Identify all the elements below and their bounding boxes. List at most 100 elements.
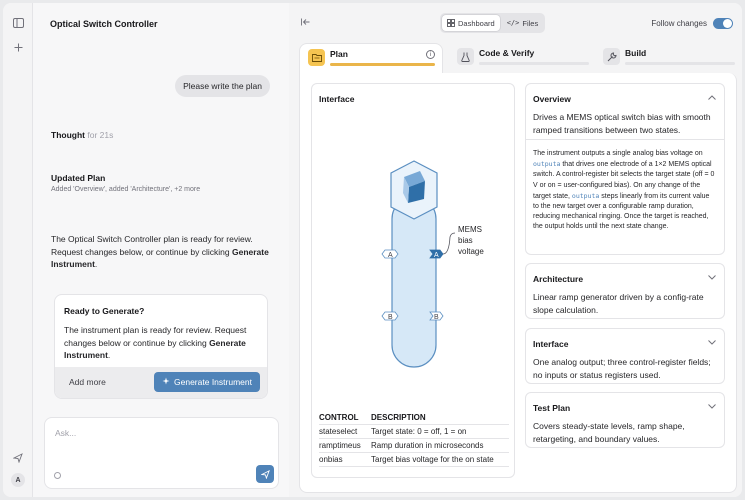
chat-input-box[interactable]: Ask...: [44, 417, 279, 489]
output-label: MEMS bias voltage: [458, 225, 484, 256]
chat-input-placeholder[interactable]: Ask...: [55, 428, 76, 438]
interface-section-title: Interface: [533, 339, 569, 349]
card-body: The instrument plan is ready for review.…: [64, 324, 260, 362]
architecture-title: Architecture: [533, 274, 584, 284]
assistant-message-suffix: .: [94, 259, 98, 269]
info-icon[interactable]: i: [426, 50, 435, 59]
files-view-button[interactable]: </> Files: [502, 15, 544, 31]
generate-instrument-button[interactable]: Generate Instrument: [154, 372, 260, 392]
flask-icon: [457, 48, 474, 65]
send-feedback-icon[interactable]: [11, 451, 25, 465]
chevron-down-icon[interactable]: [708, 273, 716, 282]
generate-instrument-label: Generate Instrument: [174, 377, 252, 387]
new-chat-plus-icon[interactable]: [11, 40, 25, 54]
architecture-summary: Linear ramp generator driven by a config…: [533, 292, 704, 315]
app-title: Optical Switch Controller: [50, 19, 158, 29]
plan-panel: Interface A A B B MEMS bias voltage CONT…: [299, 73, 737, 493]
instrument-body: [391, 196, 437, 368]
table-row: ramptimeus Ramp duration in microseconds: [319, 438, 509, 453]
ready-to-generate-card: Ready to Generate? The instrument plan i…: [54, 294, 268, 399]
overview-title[interactable]: Overview: [533, 94, 571, 104]
assistant-message-text: The Optical Switch Controller plan is re…: [51, 234, 253, 257]
control-table: CONTROL DESCRIPTION stateselect Target s…: [319, 411, 509, 467]
thought-duration: for 21s: [87, 130, 114, 140]
sparkle-icon: [162, 377, 170, 387]
overview-summary: Drives a MEMS optical switch bias with s…: [533, 112, 711, 135]
files-label: Files: [522, 18, 539, 28]
port-a-input-label: A: [388, 252, 393, 259]
control-description: Ramp duration in microseconds: [371, 438, 509, 453]
tab-build[interactable]: Build: [595, 43, 737, 73]
tab-code-verify-progress: [479, 62, 589, 65]
user-message-bubble: Please write the plan: [175, 75, 270, 97]
card-body-suffix: .: [107, 350, 111, 360]
interface-section[interactable]: Interface One analog output; three contr…: [525, 328, 725, 384]
tab-plan[interactable]: Plan i: [299, 43, 443, 73]
output-connector: [442, 232, 456, 255]
port-b-input-label: B: [388, 314, 393, 321]
assistant-message: The Optical Switch Controller plan is re…: [51, 233, 273, 271]
control-table-header: CONTROL DESCRIPTION: [319, 411, 509, 425]
control-description: Target bias voltage for the on state: [371, 452, 509, 467]
collapse-panel-icon[interactable]: [301, 18, 310, 29]
control-description: Target state: 0 = off, 1 = on: [371, 424, 509, 439]
control-name: onbias: [319, 452, 371, 467]
avatar[interactable]: A: [11, 473, 25, 487]
port-b-input[interactable]: B: [381, 311, 399, 321]
test-plan-summary: Covers steady-state levels, ramp shape, …: [533, 421, 685, 444]
thought-indicator[interactable]: Thought for 21s: [51, 130, 113, 140]
port-a-output-label: A: [434, 252, 439, 259]
overview-detail: The instrument outputs a single analog b…: [526, 139, 724, 242]
chevron-up-icon[interactable]: [708, 93, 716, 102]
send-button[interactable]: [256, 465, 274, 483]
tab-code-verify-label: Code & Verify: [479, 48, 535, 58]
chat-panel: Optical Switch Controller Please write t…: [33, 3, 293, 497]
interface-card: Interface A A B B MEMS bias voltage CONT…: [311, 83, 515, 478]
app-window: A Optical Switch Controller Please write…: [3, 3, 742, 497]
send-arrow-icon: [260, 469, 270, 479]
test-plan-title: Test Plan: [533, 403, 571, 413]
port-b-output-label: B: [434, 314, 439, 321]
interface-title: Interface: [319, 94, 355, 104]
folder-icon: [308, 49, 325, 66]
tab-build-progress: [625, 62, 735, 65]
dashboard-label: Dashboard: [458, 18, 495, 28]
updated-plan-title: Updated Plan: [51, 173, 106, 183]
thought-label: Thought: [51, 130, 85, 140]
updated-plan-item[interactable]: Updated Plan Added 'Overview', added 'Ar…: [51, 173, 200, 193]
tab-code-verify[interactable]: Code & Verify: [449, 43, 591, 73]
chevron-down-icon[interactable]: [708, 338, 716, 347]
icon-rail: A: [3, 3, 33, 497]
interface-section-summary: One analog output; three control-registe…: [533, 357, 711, 380]
code-token: outputa: [571, 191, 600, 200]
sidebar-toggle-icon[interactable]: [11, 16, 25, 30]
description-column-header: DESCRIPTION: [371, 411, 509, 425]
control-column-header: CONTROL: [319, 411, 371, 425]
table-row: stateselect Target state: 0 = off, 1 = o…: [319, 424, 509, 439]
card-footer: Add more Generate Instrument: [55, 367, 267, 398]
port-a-input[interactable]: A: [381, 249, 399, 259]
card-title: Ready to Generate?: [64, 306, 145, 316]
tab-plan-progress: [330, 63, 435, 66]
view-switcher: Dashboard </> Files: [440, 13, 546, 33]
code-token: outputa: [533, 160, 561, 169]
follow-changes-toggle[interactable]: [713, 18, 733, 29]
dashboard-icon: [447, 19, 455, 27]
chevron-down-icon[interactable]: [708, 402, 716, 411]
updated-plan-detail: Added 'Overview', added 'Architecture', …: [51, 186, 201, 193]
tab-plan-label: Plan: [330, 49, 348, 59]
control-name: stateselect: [319, 424, 371, 439]
follow-changes-label: Follow changes: [651, 19, 707, 28]
add-more-button[interactable]: Add more: [69, 377, 106, 387]
tab-bar: Plan i Code & Verify Build: [299, 43, 737, 73]
overview-section: Overview Drives a MEMS optical switch bi…: [525, 83, 725, 255]
instrument-diagram: A A B B MEMS bias voltage: [381, 160, 484, 368]
tab-build-label: Build: [625, 48, 647, 58]
overview-detail-text: The instrument outputs a single analog b…: [533, 150, 703, 157]
test-plan-section[interactable]: Test Plan Covers steady-state levels, ra…: [525, 392, 725, 448]
attach-icon[interactable]: [54, 472, 61, 479]
code-icon: </>: [506, 19, 520, 27]
dashboard-view-button[interactable]: Dashboard: [442, 15, 500, 31]
wrench-icon: [603, 48, 620, 65]
architecture-section[interactable]: Architecture Linear ramp generator drive…: [525, 263, 725, 319]
